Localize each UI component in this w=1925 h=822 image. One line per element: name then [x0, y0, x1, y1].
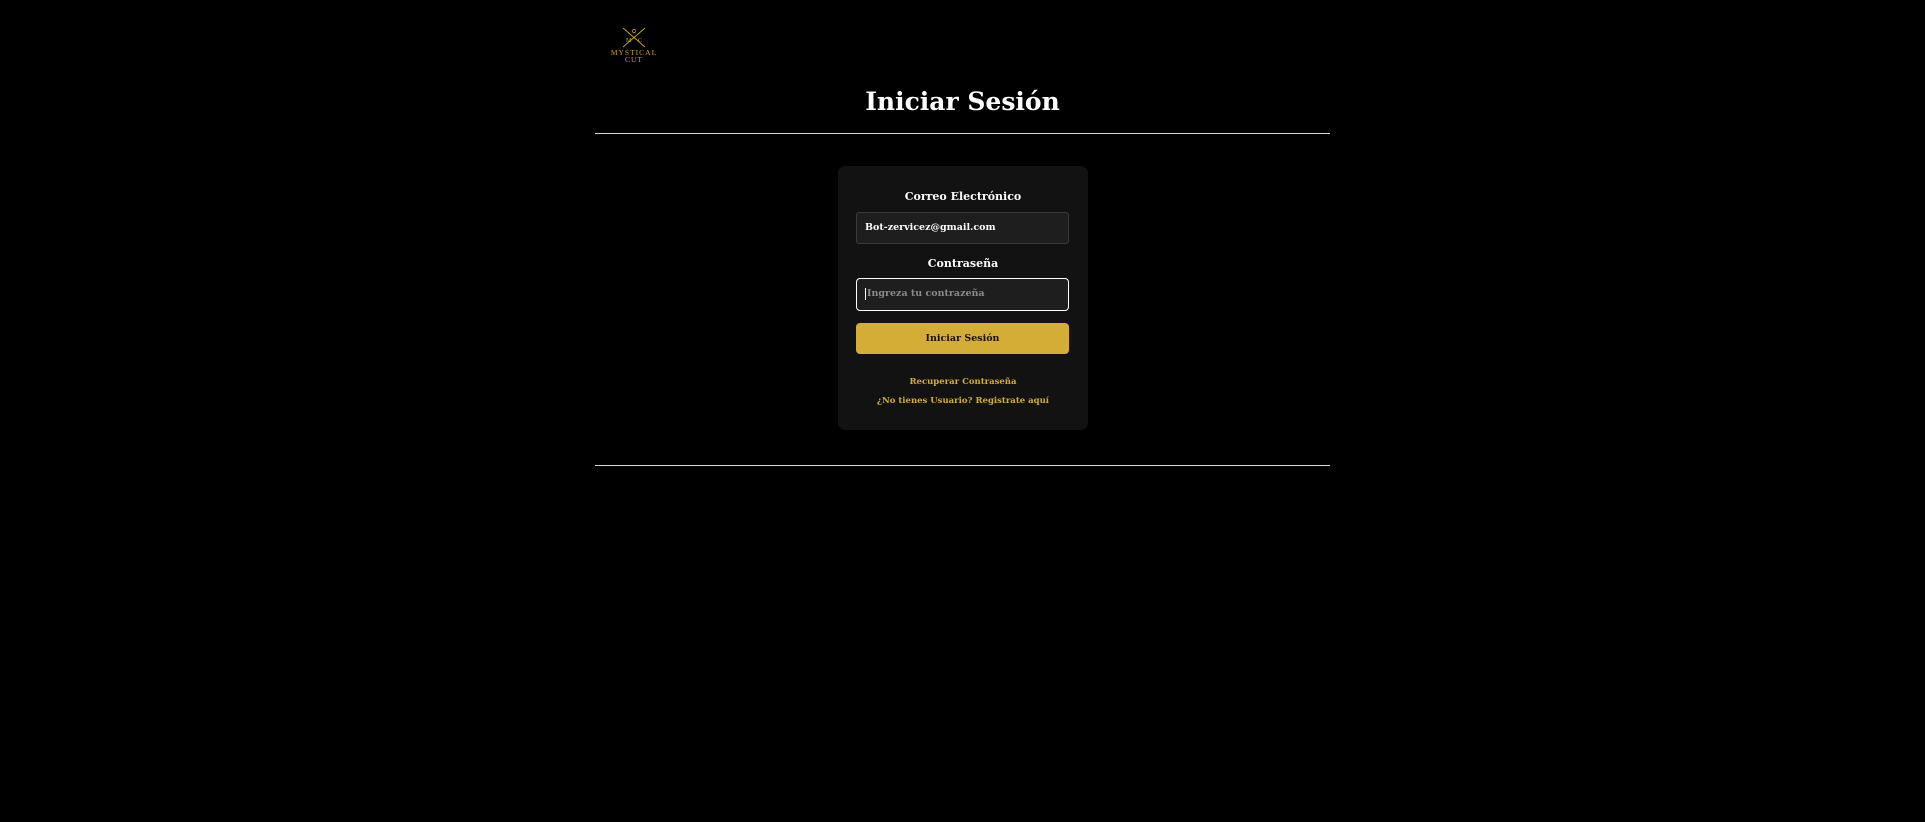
logo-wordmark: MYSTICAL CUT [607, 49, 661, 64]
password-placeholder: Ingreza tu contrazeña [867, 288, 985, 299]
recover-password-link[interactable]: Recuperar Contraseña [838, 376, 1088, 388]
email-field[interactable]: Bot-zervicez@gmail.com [856, 212, 1069, 244]
login-page: M C MYSTICAL CUT Iniciar Sesión Correo E… [0, 0, 1925, 822]
email-label: Correo Electrónico [904, 190, 1022, 203]
mystical-cut-logo[interactable]: M C MYSTICAL CUT [607, 26, 661, 74]
top-divider [595, 133, 1330, 134]
password-field[interactable]: Ingreza tu contrazeña [856, 278, 1069, 311]
logo-line-2: CUT [625, 55, 643, 64]
text-caret [865, 287, 866, 300]
page-title: Iniciar Sesión [865, 87, 1060, 116]
logo-letter-m: M [626, 38, 632, 44]
register-link[interactable]: ¿No tienes Usuario? Registrate aquí [838, 395, 1088, 407]
login-button[interactable]: Iniciar Sesión [856, 323, 1069, 354]
logo-letter-c: C [638, 38, 642, 44]
bottom-divider [595, 465, 1330, 466]
password-label: Contraseña [927, 257, 999, 270]
login-form: Correo Electrónico Bot-zervicez@gmail.co… [838, 166, 1088, 430]
crossed-scissors-icon: M C [622, 27, 646, 48]
